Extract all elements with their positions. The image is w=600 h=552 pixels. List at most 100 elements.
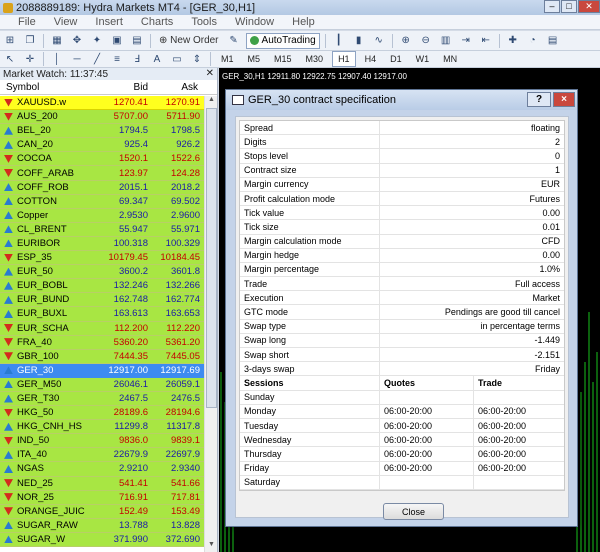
text-icon[interactable]: A (149, 51, 165, 67)
trendline-icon[interactable]: ╱ (89, 51, 105, 67)
ask-cell: 22697.9 (165, 449, 200, 461)
market-watch-row[interactable]: COCOA 1520.1 1522.6 (0, 152, 204, 167)
timeframe-w1[interactable]: W1 (411, 51, 435, 67)
market-watch-row[interactable]: FRA_40 5360.20 5361.20 (0, 335, 204, 350)
scroll-down-icon[interactable]: ▼ (205, 541, 218, 552)
market-watch-row[interactable]: COTTON 69.347 69.502 (0, 194, 204, 209)
market-watch-row[interactable]: Copper 2.9530 2.9600 (0, 208, 204, 223)
autotrading-button[interactable]: AutoTrading (245, 32, 320, 49)
cursor-icon[interactable]: ↖ (2, 51, 18, 67)
dialog-title: GER_30 contract specification (248, 94, 396, 106)
terminal-icon[interactable]: ▣ (109, 33, 125, 49)
timeframe-h1[interactable]: H1 (332, 51, 356, 67)
arrow-down-icon (4, 98, 13, 107)
menu-window[interactable]: Window (226, 16, 283, 28)
market-watch-row[interactable]: EURIBOR 100.318 100.329 (0, 236, 204, 252)
timeframe-m5[interactable]: M5 (243, 51, 266, 67)
market-watch-row[interactable]: GBR_100 7444.35 7445.05 (0, 349, 204, 364)
dialog-titlebar: GER_30 contract specification ? × (226, 90, 577, 110)
bar-chart-icon[interactable]: ┃ (331, 33, 347, 49)
candlestick-icon[interactable]: ▮ (351, 33, 367, 49)
timeframe-m15[interactable]: M15 (269, 51, 297, 67)
menu-tools[interactable]: Tools (182, 16, 226, 28)
menu-insert[interactable]: Insert (86, 16, 132, 28)
zoom-in-icon[interactable]: ⊕ (398, 33, 414, 49)
market-watch-row[interactable]: NOR_25 716.91 717.81 (0, 490, 204, 505)
market-watch-row[interactable]: NED_25 541.41 541.66 (0, 476, 204, 491)
line-chart-icon[interactable]: ∿ (371, 33, 387, 49)
tile-windows-icon[interactable]: ▥ (438, 33, 454, 49)
market-watch-scrollbar[interactable]: ▲ ▼ (204, 96, 217, 552)
periods-icon[interactable]: ◔ (525, 33, 541, 49)
market-watch-row[interactable]: EUR_SCHA 112.200 112.220 (0, 321, 204, 336)
help-button[interactable]: ? (527, 92, 551, 107)
market-watch-row[interactable]: EUR_BOBL 132.246 132.266 (0, 279, 204, 294)
label-icon[interactable]: ▭ (169, 51, 185, 67)
market-watch-row[interactable]: BEL_20 1794.5 1798.5 (0, 124, 204, 139)
market-watch-row[interactable]: GER_30 12917.00 12917.69 (0, 363, 204, 378)
market-watch-row[interactable]: GER_M50 26046.1 26059.1 (0, 377, 204, 392)
indicators-icon[interactable]: ✚ (505, 33, 521, 49)
navigator-icon[interactable]: ✦ (89, 33, 105, 49)
timeframe-m30[interactable]: M30 (301, 51, 329, 67)
market-watch-row[interactable]: SUGAR_RAW 13.788 13.828 (0, 518, 204, 533)
market-watch-row[interactable]: COFF_ROB 2015.1 2018.2 (0, 180, 204, 195)
column-ask[interactable]: Ask (155, 82, 202, 93)
column-bid[interactable]: Bid (100, 82, 155, 93)
market-watch-row[interactable]: COFF_ARAB 123.97 124.28 (0, 166, 204, 181)
minimize-button[interactable]: – (544, 0, 560, 13)
bid-cell: 2467.5 (118, 393, 148, 405)
new-chart-icon[interactable]: ⊞ (2, 33, 18, 49)
market-watch-row[interactable]: IND_50 9836.0 9839.1 (0, 434, 204, 449)
timeframe-h4[interactable]: H4 (360, 51, 382, 67)
metaeditor-icon[interactable]: ✎ (226, 33, 242, 49)
market-watch-icon[interactable]: ▦ (49, 33, 65, 49)
auto-scroll-icon[interactable]: ⇥ (458, 33, 474, 49)
market-watch-row[interactable]: EUR_BUND 162.748 162.774 (0, 293, 204, 308)
new-order-label: New Order (170, 35, 219, 46)
maximize-button[interactable]: □ (561, 0, 577, 13)
zoom-out-icon[interactable]: ⊖ (418, 33, 434, 49)
market-watch-row[interactable]: ESP_35 10179.45 10184.45 (0, 251, 204, 266)
market-watch-row[interactable]: ORANGE_JUIC 152.49 153.49 (0, 504, 204, 519)
close-icon[interactable]: ✕ (206, 68, 214, 79)
scroll-up-icon[interactable]: ▲ (205, 96, 218, 107)
channel-icon[interactable]: ≡ (109, 51, 125, 67)
market-watch-row[interactable]: CAN_20 925.4 926.2 (0, 138, 204, 153)
arrows-icon[interactable]: ⇕ (189, 51, 205, 67)
market-watch-row[interactable]: SUGAR_W 371.990 372.690 (0, 532, 204, 547)
market-watch-row[interactable]: AUS_200 5707.00 5711.90 (0, 110, 204, 125)
market-watch-row[interactable]: GER_T30 2467.5 2476.5 (0, 391, 204, 407)
menu-help[interactable]: Help (283, 16, 324, 28)
market-watch-row[interactable]: XAUUSD.w 1270.41 1270.91 (0, 96, 204, 111)
menu-view[interactable]: View (45, 16, 87, 28)
close-window-button[interactable]: ✕ (578, 0, 600, 13)
market-watch-row[interactable]: HKG_CNH_HS 11299.8 11317.8 (0, 420, 204, 435)
profiles-icon[interactable]: ❐ (22, 33, 38, 49)
menu-charts[interactable]: Charts (132, 16, 182, 28)
horizontal-line-icon[interactable]: ─ (69, 51, 85, 67)
market-watch-row[interactable]: EUR_BUXL 163.613 163.653 (0, 307, 204, 322)
dialog-close-x-button[interactable]: × (553, 92, 575, 107)
fibonacci-icon[interactable]: Ⅎ (129, 51, 145, 67)
crosshair-icon[interactable]: ✛ (22, 51, 38, 67)
timeframe-m1[interactable]: M1 (216, 51, 239, 67)
data-window-icon[interactable]: ✥ (69, 33, 85, 49)
vertical-line-icon[interactable]: │ (49, 51, 65, 67)
timeframe-d1[interactable]: D1 (385, 51, 407, 67)
market-watch-row[interactable]: CL_BRENT 55.947 55.971 (0, 222, 204, 237)
new-order-button[interactable]: ⊕ New Order (156, 33, 222, 49)
strategy-tester-icon[interactable]: ▤ (129, 33, 145, 49)
market-watch-row[interactable]: EUR_50 3600.2 3601.8 (0, 265, 204, 280)
close-button[interactable]: Close (383, 503, 444, 520)
market-watch-row[interactable]: HKG_50 28189.6 28194.6 (0, 406, 204, 421)
menu-file[interactable]: File (0, 16, 45, 28)
timeframe-mn[interactable]: MN (438, 51, 462, 67)
market-watch-row[interactable]: ITA_40 22679.9 22697.9 (0, 448, 204, 463)
column-symbol[interactable]: Symbol (0, 82, 100, 93)
chart-shift-icon[interactable]: ⇤ (478, 33, 494, 49)
market-watch-row[interactable]: NGAS 2.9210 2.9340 (0, 462, 204, 477)
timeframe-toolbar: ↖ ✛ │ ─ ╱ ≡ Ⅎ A ▭ ⇕ M1 M5 M15 M30 H1 H4 … (0, 51, 600, 68)
scrollbar-thumb[interactable] (206, 108, 217, 408)
templates-icon[interactable]: ▤ (545, 33, 561, 49)
